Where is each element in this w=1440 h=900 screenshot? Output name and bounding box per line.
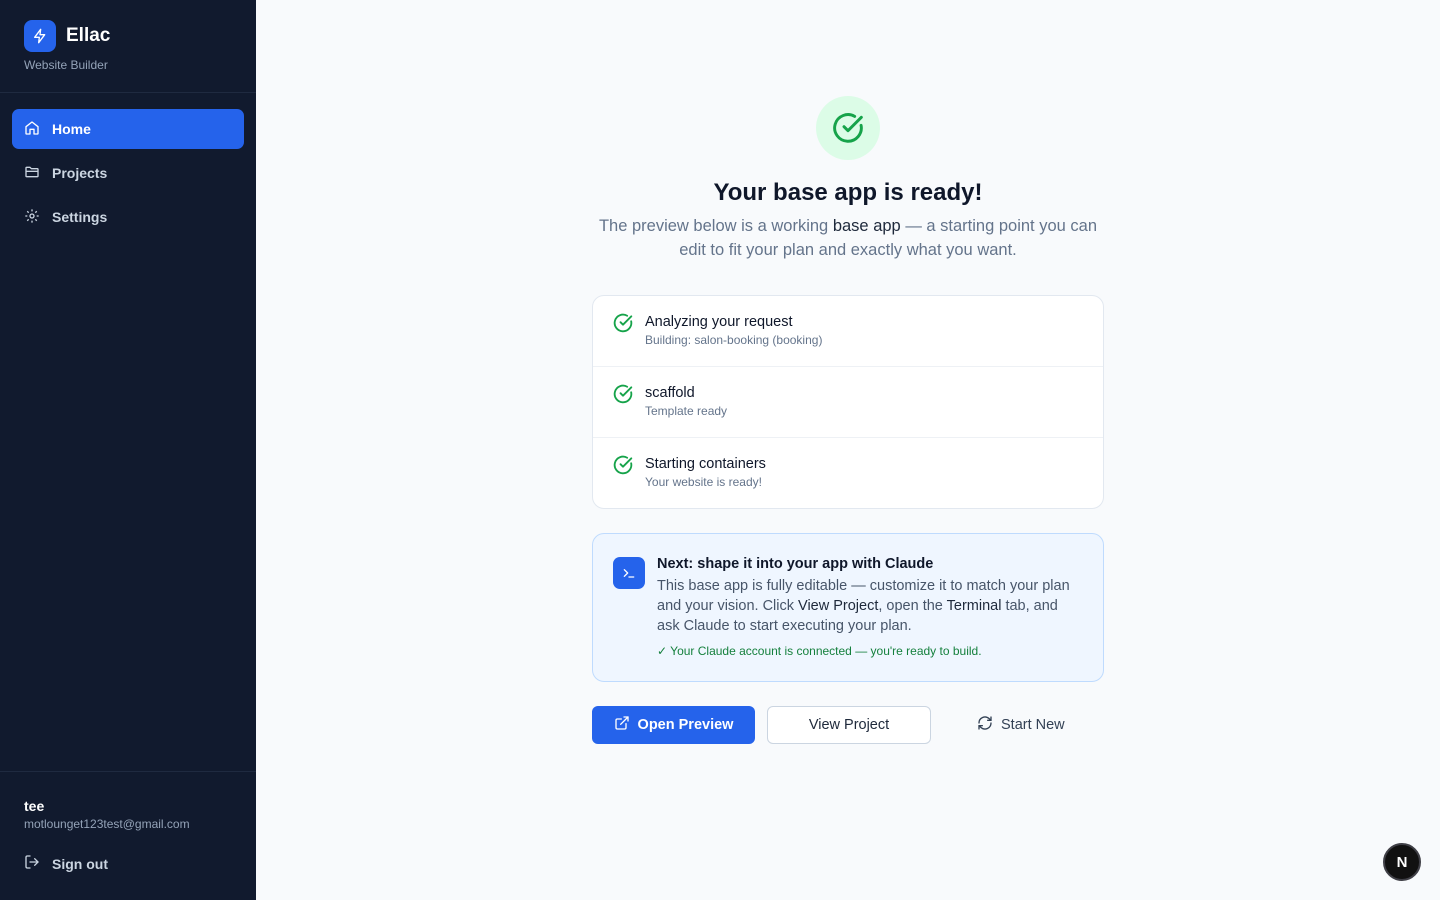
- success-check-icon: [816, 96, 880, 160]
- check-circle-icon: [613, 455, 633, 508]
- claude-connected-status: ✓ Your Claude account is connected — you…: [657, 644, 982, 658]
- step-containers: Starting containers Your website is read…: [593, 438, 1103, 508]
- check-circle-icon: [613, 313, 633, 366]
- user-block: tee motlounget123test@gmail.com Sign out: [0, 771, 256, 900]
- sidebar-item-settings[interactable]: Settings: [12, 197, 244, 237]
- user-email: motlounget123test@gmail.com: [24, 817, 190, 831]
- home-icon: [24, 120, 40, 139]
- sidebar-item-home[interactable]: Home: [12, 109, 244, 149]
- next-steps-card: Next: shape it into your app with Claude…: [592, 533, 1104, 682]
- gear-icon: [24, 208, 40, 227]
- step-title: scaffold: [645, 385, 695, 401]
- step-detail: Template ready: [645, 404, 728, 418]
- next-steps-body: This base app is fully editable — custom…: [657, 578, 1070, 634]
- main-content: Your base app is ready! The preview belo…: [256, 0, 1440, 900]
- nextjs-badge[interactable]: N: [1383, 843, 1421, 881]
- page-subtitle: The preview below is a working base app …: [598, 217, 1098, 259]
- lightning-icon: [24, 20, 56, 52]
- step-title: Analyzing your request: [645, 314, 793, 330]
- sidebar-item-label: Home: [52, 121, 91, 137]
- sign-out-icon: [24, 854, 40, 873]
- step-analyzing: Analyzing your request Building: salon-b…: [593, 296, 1103, 367]
- sidebar-nav: Home Projects Settings: [0, 93, 256, 237]
- brand-subtitle: Website Builder: [24, 58, 108, 72]
- folder-icon: [24, 164, 40, 183]
- external-link-icon: [614, 715, 630, 735]
- page-title: Your base app is ready!: [713, 179, 983, 206]
- sidebar-item-projects[interactable]: Projects: [12, 153, 244, 193]
- brand-header: Ellac Website Builder: [0, 0, 256, 93]
- sidebar-item-label: Projects: [52, 165, 108, 181]
- user-name: tee: [24, 798, 45, 814]
- next-steps-title: Next: shape it into your app with Claude: [657, 556, 934, 572]
- step-scaffold: scaffold Template ready: [593, 367, 1103, 438]
- start-new-label: Start New: [1001, 717, 1065, 733]
- progress-steps: Analyzing your request Building: salon-b…: [592, 295, 1104, 509]
- terminal-icon: [613, 557, 645, 589]
- step-title: Starting containers: [645, 456, 766, 472]
- sign-out-label: Sign out: [52, 855, 108, 872]
- brand-name: Ellac: [66, 25, 111, 46]
- sidebar-item-label: Settings: [52, 209, 108, 225]
- start-new-button[interactable]: Start New: [977, 706, 1065, 744]
- ready-panel: Your base app is ready! The preview belo…: [592, 96, 1104, 744]
- sign-out-button[interactable]: Sign out: [24, 854, 232, 873]
- action-bar: Open Preview View Project Start New: [592, 706, 1104, 744]
- check-circle-icon: [613, 384, 633, 437]
- refresh-icon: [977, 715, 993, 735]
- step-detail: Your website is ready!: [645, 475, 762, 489]
- view-project-button[interactable]: View Project: [767, 706, 931, 744]
- open-preview-button[interactable]: Open Preview: [592, 706, 755, 744]
- open-preview-label: Open Preview: [637, 717, 734, 733]
- sidebar: Ellac Website Builder Home Projects Sett…: [0, 0, 256, 900]
- step-detail: Building: salon-booking (booking): [645, 333, 823, 347]
